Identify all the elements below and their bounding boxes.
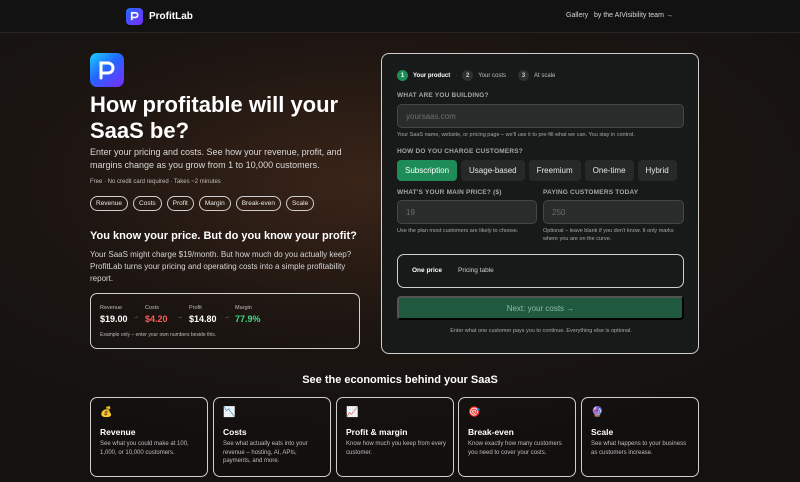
- brand-name: ProfitLab: [149, 11, 193, 22]
- example-profit-value: $14.80: [189, 314, 217, 324]
- step-3-label[interactable]: At scale: [534, 73, 555, 79]
- building-label: WHAT ARE YOU BUILDING?: [397, 92, 489, 99]
- customers-label: PAYING CUSTOMERS TODAY: [543, 189, 639, 196]
- example-revenue-value: $19.00: [100, 314, 128, 324]
- feature-card-break-even: 🎯 Break-even Know exactly how many custo…: [458, 397, 576, 477]
- feature-card-desc: Know exactly how many customers you need…: [468, 441, 562, 456]
- hero-note: Free · No credit card required · Takes ~…: [90, 179, 221, 185]
- example-costs-value: $4.20: [145, 314, 168, 324]
- example-note: Example only – enter your own numbers be…: [100, 332, 217, 338]
- charge-option-freemium[interactable]: Freemium: [528, 160, 581, 181]
- arrow-right-icon: →: [177, 314, 183, 320]
- saas-url-input[interactable]: [397, 104, 684, 128]
- charge-model-selector: Subscription Usage-based Freemium One-ti…: [397, 160, 677, 181]
- price-label: WHAT'S YOUR MAIN PRICE? ($): [397, 189, 502, 196]
- profitlab-hero-logo-icon: [90, 53, 124, 87]
- example-margin: Margin 77.9%: [235, 305, 261, 324]
- chart-up-icon: 📈: [346, 407, 359, 418]
- example-costs: Costs $4.20: [145, 305, 168, 324]
- next-costs-button[interactable]: Next: your costs →: [397, 296, 684, 320]
- paying-customers-input[interactable]: [543, 200, 684, 224]
- example-profit: Profit $14.80: [189, 305, 217, 324]
- money-bag-icon: 💰: [100, 407, 113, 418]
- chip-revenue: Revenue: [90, 196, 129, 211]
- charge-option-subscription[interactable]: Subscription: [397, 160, 458, 181]
- economics-title: See the economics behind your SaaS: [302, 374, 498, 386]
- tab-one-price[interactable]: One price: [412, 267, 442, 274]
- feature-card-desc: See what happens to your business as cus…: [591, 441, 687, 456]
- chip-scale: Scale: [285, 196, 315, 211]
- tab-pricing-table[interactable]: Pricing table: [458, 267, 494, 274]
- nav-team-link[interactable]: by the AIVisibility team →: [594, 12, 673, 19]
- form-footer-note: Enter what one customer pays you to cont…: [450, 328, 632, 334]
- crystal-ball-icon: 🔮: [591, 407, 604, 418]
- feature-card-profit-margin: 📈 Profit & margin Know how much you keep…: [336, 397, 454, 477]
- feature-card-desc: See what actually eats into your revenue…: [223, 441, 308, 464]
- feature-card-title: Profit & margin: [346, 427, 408, 437]
- charge-option-one-time[interactable]: One-time: [584, 160, 634, 181]
- nav-gallery-link[interactable]: Gallery: [566, 12, 588, 19]
- chip-break-even: Break-even: [235, 196, 281, 211]
- profitlab-logo-icon: [126, 8, 143, 25]
- step-3-number: 3: [518, 70, 530, 81]
- main-price-input[interactable]: [397, 200, 537, 224]
- step-separator: ·: [511, 72, 514, 79]
- step-1-label[interactable]: Your product: [413, 73, 450, 79]
- example-margin-value: 77.9%: [235, 314, 261, 324]
- feature-card-costs: 📉 Costs See what actually eats into your…: [213, 397, 331, 477]
- example-revenue-label: Revenue: [100, 305, 123, 311]
- arrow-right-icon: →: [133, 314, 139, 320]
- hero-subtitle: Enter your pricing and costs. See how yo…: [90, 147, 342, 170]
- price-hint: Use the plan most customers are likely t…: [397, 228, 519, 234]
- chart-down-icon: 📉: [223, 407, 236, 418]
- target-icon: 🎯: [468, 407, 481, 418]
- feature-card-title: Costs: [223, 427, 247, 437]
- chip-costs: Costs: [133, 196, 162, 211]
- feature-chips: Revenue Costs Profit Margin Break-even S…: [90, 196, 315, 211]
- feature-card-title: Revenue: [100, 427, 136, 437]
- pitch-text: Your SaaS might charge $19/month. But ho…: [90, 250, 352, 283]
- feature-card-title: Scale: [591, 427, 614, 437]
- feature-card-revenue: 💰 Revenue See what you could make at 100…: [90, 397, 208, 477]
- arrow-right-icon: →: [224, 314, 230, 320]
- charge-option-usage-based[interactable]: Usage-based: [461, 160, 525, 181]
- chip-margin: Margin: [198, 196, 231, 211]
- charge-option-hybrid[interactable]: Hybrid: [637, 160, 677, 181]
- step-1-number: 1: [397, 70, 408, 81]
- building-hint: Your SaaS name, website, or pricing page…: [397, 132, 635, 138]
- customers-hint: Optional – leave blank if you don't know…: [543, 228, 674, 242]
- stepper: 1 Your product · 2 Your costs · 3 At sca…: [397, 70, 555, 81]
- example-breakdown: Revenue $19.00 → Costs $4.20 → Profit $1…: [90, 293, 360, 349]
- step-2-label[interactable]: Your costs: [478, 73, 506, 79]
- price-mode-tabs: One price Pricing table: [397, 254, 684, 288]
- top-bar: ProfitLab Gallery by the AIVisibility te…: [0, 0, 800, 33]
- example-profit-label: Profit: [189, 305, 202, 311]
- page-title: How profitable will your SaaS be?: [90, 92, 339, 143]
- feature-card-desc: See what you could make at 100, 1,000, o…: [100, 441, 189, 456]
- charge-label: HOW DO YOU CHARGE CUSTOMERS?: [397, 148, 523, 155]
- example-revenue: Revenue $19.00: [100, 305, 128, 324]
- step-separator: ·: [455, 72, 458, 79]
- chip-profit: Profit: [166, 196, 194, 211]
- brand[interactable]: ProfitLab: [126, 8, 193, 25]
- pricing-form-card: 1 Your product · 2 Your costs · 3 At sca…: [381, 53, 699, 354]
- feature-card-desc: Know how much you keep from every custom…: [346, 441, 447, 456]
- step-2-number: 2: [462, 70, 474, 81]
- example-costs-label: Costs: [145, 305, 160, 311]
- pitch-heading: You know your price. But do you know you…: [90, 230, 357, 242]
- feature-card-scale: 🔮 Scale See what happens to your busines…: [581, 397, 699, 477]
- example-margin-label: Margin: [235, 305, 252, 311]
- feature-card-title: Break-even: [468, 427, 514, 437]
